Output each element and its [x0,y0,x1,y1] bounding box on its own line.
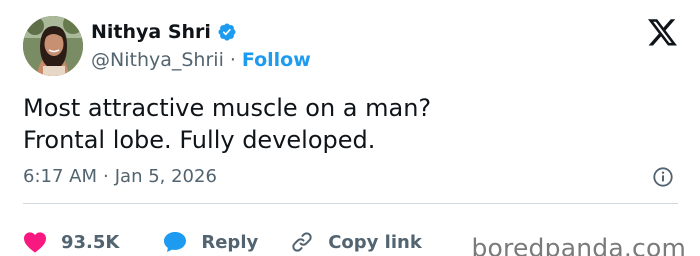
tweet-timestamp[interactable]: 6:17 AM · Jan 5, 2026 [23,165,217,189]
display-name[interactable]: Nithya Shri [91,20,211,44]
like-count: 93.5K [61,231,120,253]
action-bar: 93.5K Reply Copy link [23,230,422,254]
copy-link-button[interactable]: Copy link [290,230,422,254]
tweet-text-line-2: Frontal lobe. Fully developed. [23,126,376,154]
user-handle[interactable]: @Nithya_Shrii [91,48,224,72]
follow-button[interactable]: Follow [242,48,311,72]
copy-link-label: Copy link [328,231,422,253]
avatar[interactable] [23,16,83,76]
tweet-card: Nithya Shri @Nithya_Shrii · Follow Most … [0,0,700,256]
tweet-time: 6:17 AM [23,166,97,187]
verified-badge-icon [217,22,237,42]
speech-bubble-icon [164,232,187,252]
info-icon[interactable] [652,166,674,188]
heart-icon [24,232,46,253]
tweet-text: Most attractive muscle on a man? Frontal… [23,92,663,156]
x-logo-icon[interactable] [648,19,678,47]
tweet-text-line-1: Most attractive muscle on a man? [23,94,432,122]
like-button[interactable]: 93.5K [23,231,119,253]
divider [23,203,678,204]
handle-separator: · [229,49,236,71]
timestamp-separator: · [103,166,109,187]
reply-button[interactable]: Reply [163,231,258,253]
avatar-photo [23,16,83,76]
reply-label: Reply [201,231,259,253]
tweet-date: Jan 5, 2026 [114,166,217,187]
watermark: boredpanda.com [471,233,686,256]
link-icon [292,232,312,252]
handle-row: @Nithya_Shrii · Follow [91,48,311,72]
name-row: Nithya Shri [91,20,237,44]
